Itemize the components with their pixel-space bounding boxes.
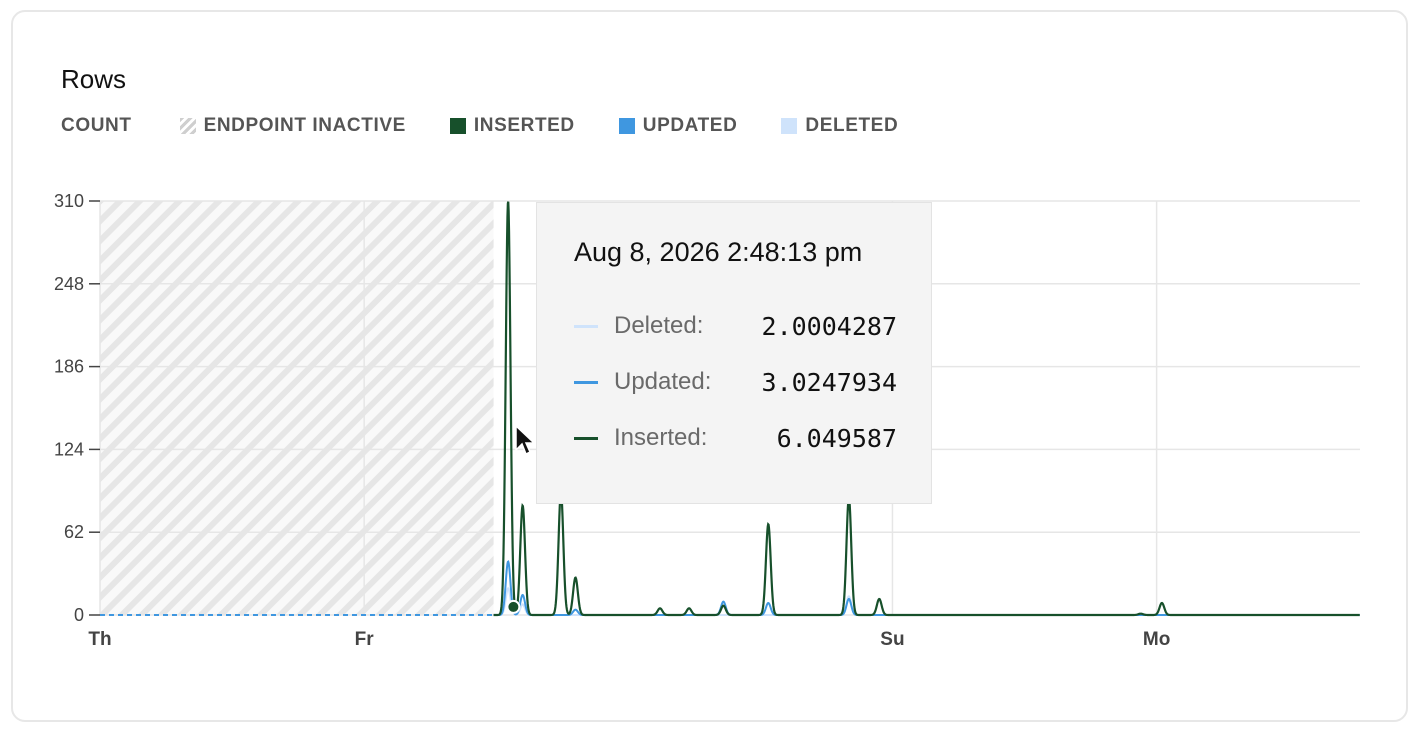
tooltip-value: 6.049587: [776, 423, 897, 453]
chart-tooltip: Aug 8, 2026 2:48:13 pm Deleted: 2.000428…: [536, 202, 932, 504]
y-tick-label: 310: [54, 191, 84, 211]
hover-marker: [506, 599, 521, 614]
series-line-updated: [493, 560, 1360, 616]
endpoint-inactive-region: [100, 201, 494, 615]
y-tick-label: 62: [64, 522, 84, 542]
deleted-line-icon: [574, 324, 598, 328]
tooltip-row-deleted: Deleted: 2.0004287: [574, 311, 897, 341]
tooltip-value: 3.0247934: [761, 367, 897, 397]
y-tick-label: 0: [74, 605, 84, 625]
tooltip-row-updated: Updated: 3.0247934: [574, 367, 897, 397]
tooltip-value: 2.0004287: [761, 311, 897, 341]
x-tick-label: Fr: [355, 629, 375, 650]
tooltip-row-inserted: Inserted: 6.049587: [574, 423, 897, 453]
tooltip-label: Updated:: [614, 368, 712, 395]
x-tick-label: Su: [880, 629, 904, 650]
y-tick-label: 124: [54, 439, 84, 459]
tooltip-label: Deleted:: [614, 312, 704, 339]
updated-line-icon: [574, 380, 598, 384]
x-tick-label: Mo: [1143, 629, 1170, 650]
y-tick-label: 186: [54, 357, 84, 377]
inserted-line-icon: [574, 436, 598, 440]
tooltip-date: Aug 8, 2026 2:48:13 pm: [574, 237, 863, 267]
mouse-pointer-icon: [515, 424, 536, 456]
series-line-deleted: [493, 587, 1360, 616]
y-tick-label: 248: [54, 274, 84, 294]
tooltip-label: Inserted:: [614, 424, 708, 451]
x-tick-label: Th: [88, 629, 111, 650]
